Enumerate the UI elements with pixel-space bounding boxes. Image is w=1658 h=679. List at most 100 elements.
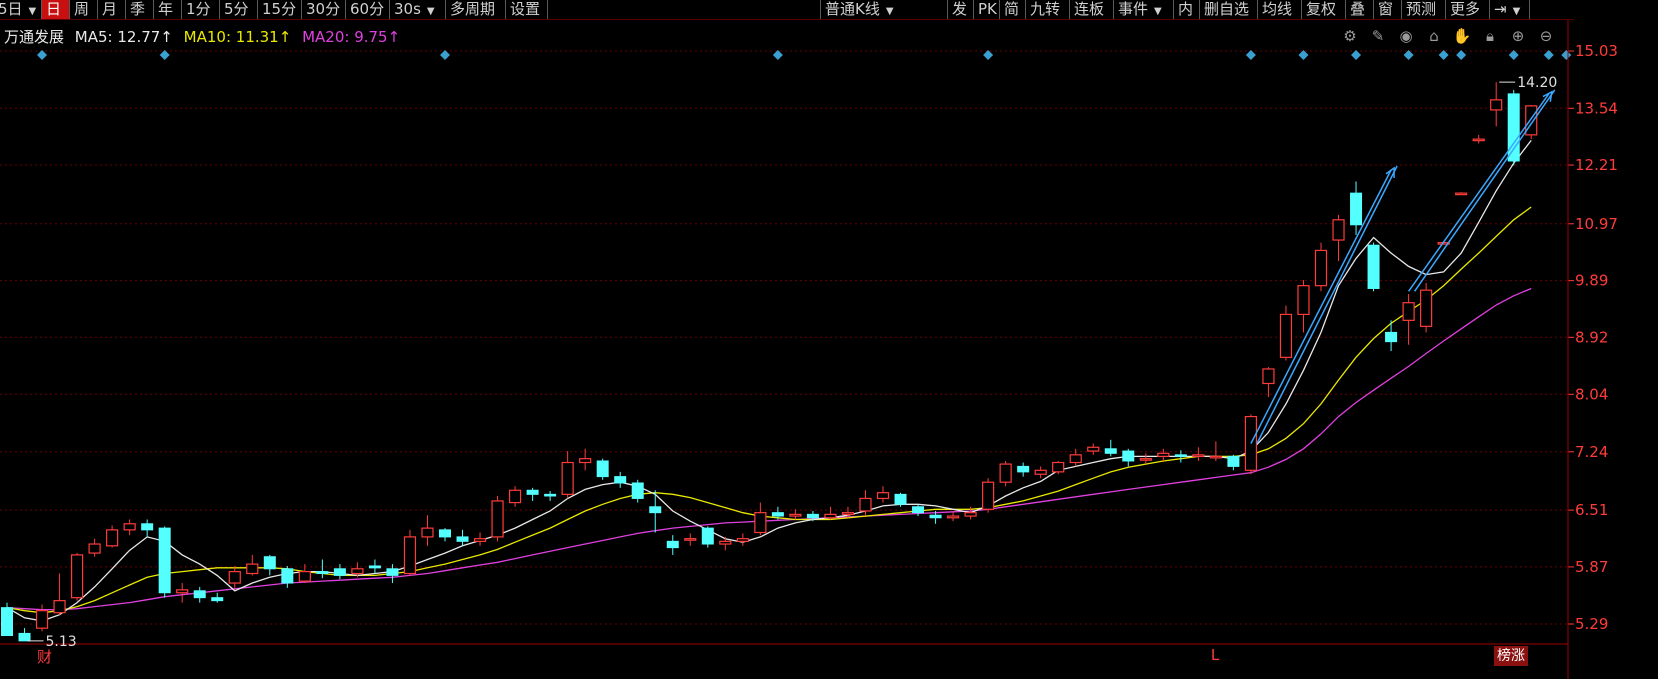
y-tick-label: 13.54	[1575, 99, 1618, 117]
candle-body-down	[1350, 192, 1363, 226]
rank-badge[interactable]: 榜涨	[1494, 646, 1528, 666]
candle-body-down	[806, 513, 819, 519]
candle-body-up	[351, 568, 364, 575]
candle-body-up	[473, 538, 487, 542]
y-tick-label: 6.51	[1575, 501, 1608, 519]
candle-body-up	[789, 513, 802, 517]
ma10-line	[6, 206, 1532, 614]
trend-arrow	[1413, 89, 1556, 292]
candle-body-up	[1297, 285, 1310, 316]
candle-body-up	[246, 563, 259, 575]
candle-body-down	[526, 489, 539, 495]
candle-body-up	[964, 512, 977, 517]
candle-body-down	[439, 529, 451, 538]
candle-body-down	[316, 571, 329, 574]
y-tick-label: 9.89	[1575, 272, 1608, 290]
candle-body-up	[1332, 219, 1345, 241]
event-diamond-icon	[1456, 50, 1467, 60]
candle-body-down	[912, 506, 925, 514]
price-annotation: 14.20	[1517, 75, 1557, 91]
candle-body-down	[386, 568, 399, 576]
candle-body-down	[1, 607, 13, 637]
candle-body-down	[631, 482, 644, 499]
candle-body-up	[298, 571, 311, 582]
candle-body-down	[1017, 465, 1030, 473]
candle-body-up	[1472, 138, 1485, 142]
candle-body-up	[1087, 446, 1100, 452]
candle-body-down	[666, 540, 679, 549]
bottom-event-marker[interactable]: L	[1211, 646, 1219, 664]
candle-body-up	[841, 512, 855, 515]
candle-body-up	[754, 512, 767, 534]
y-tick-label: 5.87	[1575, 558, 1608, 576]
candlestick-chart[interactable]: 15.03 13.54 12.21 10.97 9.89 8.92 8.04 7.24 6.51…	[0, 0, 1658, 679]
candle-body-down	[193, 590, 206, 599]
candle-body-down	[544, 493, 557, 497]
candle-body-up	[876, 492, 890, 500]
candle-body-down	[1367, 244, 1380, 289]
candle-body-up	[1139, 458, 1152, 461]
candle-body-down	[929, 514, 942, 519]
candle-body-up	[403, 536, 417, 575]
ma5-line	[6, 140, 1532, 622]
candle-body-down	[1104, 448, 1117, 454]
candle-body-up	[1455, 192, 1468, 196]
event-diamond-icon	[1351, 50, 1362, 60]
candle-body-up	[1192, 454, 1205, 457]
candle-body-up	[491, 500, 504, 538]
candle-body-up	[176, 589, 189, 594]
trend-arrow	[1256, 165, 1398, 444]
candle-body-up	[1034, 469, 1047, 475]
candle-body-down	[701, 527, 714, 545]
candle-body-down	[211, 597, 224, 602]
candle-body-down	[141, 523, 154, 531]
candle-body-down	[1507, 93, 1520, 162]
y-tick-label: 8.92	[1575, 328, 1608, 346]
candle-body-down	[281, 568, 294, 584]
candle-body-up	[999, 463, 1012, 483]
event-diamond-icon	[1245, 50, 1256, 60]
candle-body-down	[1122, 450, 1135, 462]
bottom-event-marker[interactable]: 财	[37, 646, 52, 667]
candle-body-up	[684, 538, 697, 541]
candle-body-up	[421, 527, 434, 538]
candle-body-up	[1420, 289, 1433, 327]
candle-body-down	[158, 527, 171, 594]
candle-body-up	[946, 515, 960, 519]
y-tick-label: 12.21	[1575, 156, 1618, 174]
candle-body-up	[228, 571, 241, 584]
candle-body-up	[859, 497, 872, 512]
candle-body-up	[1209, 455, 1222, 459]
candle-body-up	[508, 489, 522, 504]
candle-body-down	[894, 493, 907, 505]
candle-body-up	[736, 538, 749, 542]
candle-body-up	[1069, 454, 1082, 464]
candle-body-up	[1402, 302, 1415, 321]
candle-body-up	[106, 529, 119, 547]
candle-body-down	[596, 460, 609, 478]
y-tick-label: 10.97	[1575, 215, 1618, 233]
candle-body-down	[368, 565, 381, 569]
candle-body-down	[1385, 331, 1398, 343]
candle-body-down	[771, 512, 784, 517]
candle-body-up	[1157, 452, 1170, 457]
candle-body-up	[70, 554, 84, 599]
candle-body-up	[982, 481, 995, 510]
candle-body-up	[123, 523, 136, 531]
candle-body-down	[649, 506, 662, 514]
ma20-line	[6, 287, 1532, 611]
candle-body-down	[1174, 454, 1187, 457]
y-tick-label: 7.24	[1575, 443, 1608, 461]
y-tick-label: 5.29	[1575, 615, 1608, 633]
y-tick-label: 8.04	[1575, 385, 1608, 403]
candle-body-up	[53, 600, 66, 614]
candle-body-up	[35, 610, 49, 629]
candle-body-up	[88, 543, 101, 554]
candle-body-up	[561, 461, 574, 495]
candle-body-up	[579, 458, 592, 464]
candle-body-down	[1227, 455, 1240, 467]
candle-body-up	[1052, 461, 1065, 473]
candle-body-up	[1262, 368, 1275, 385]
candle-body-up	[1279, 313, 1293, 358]
candle-body-down	[18, 632, 31, 642]
